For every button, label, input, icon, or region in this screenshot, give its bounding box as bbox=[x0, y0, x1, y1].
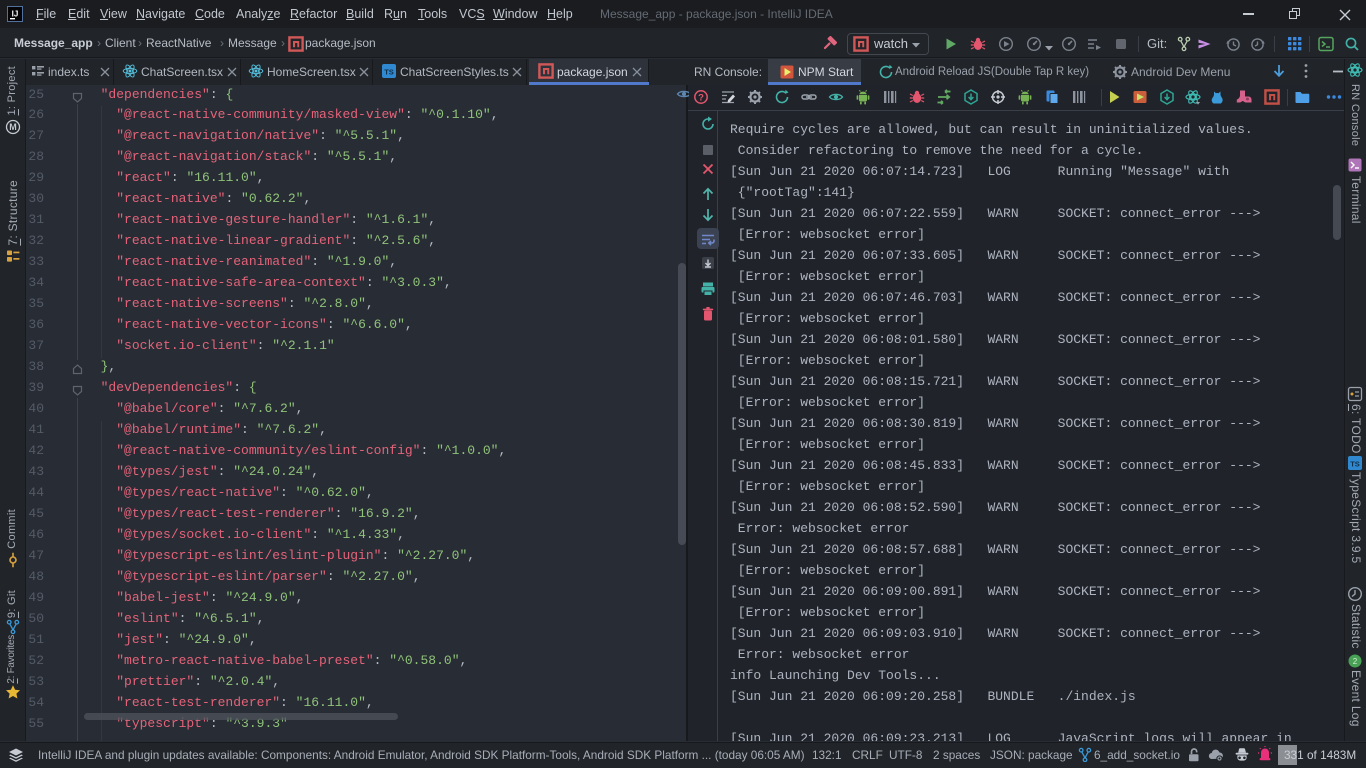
svg-text:2: 2 bbox=[1353, 657, 1358, 666]
svg-text:IJ: IJ bbox=[12, 10, 19, 19]
svg-text:M: M bbox=[9, 122, 17, 132]
svg-text:?: ? bbox=[698, 92, 704, 103]
svg-text:TS: TS bbox=[1350, 460, 1360, 469]
svg-text:TS: TS bbox=[384, 68, 394, 77]
